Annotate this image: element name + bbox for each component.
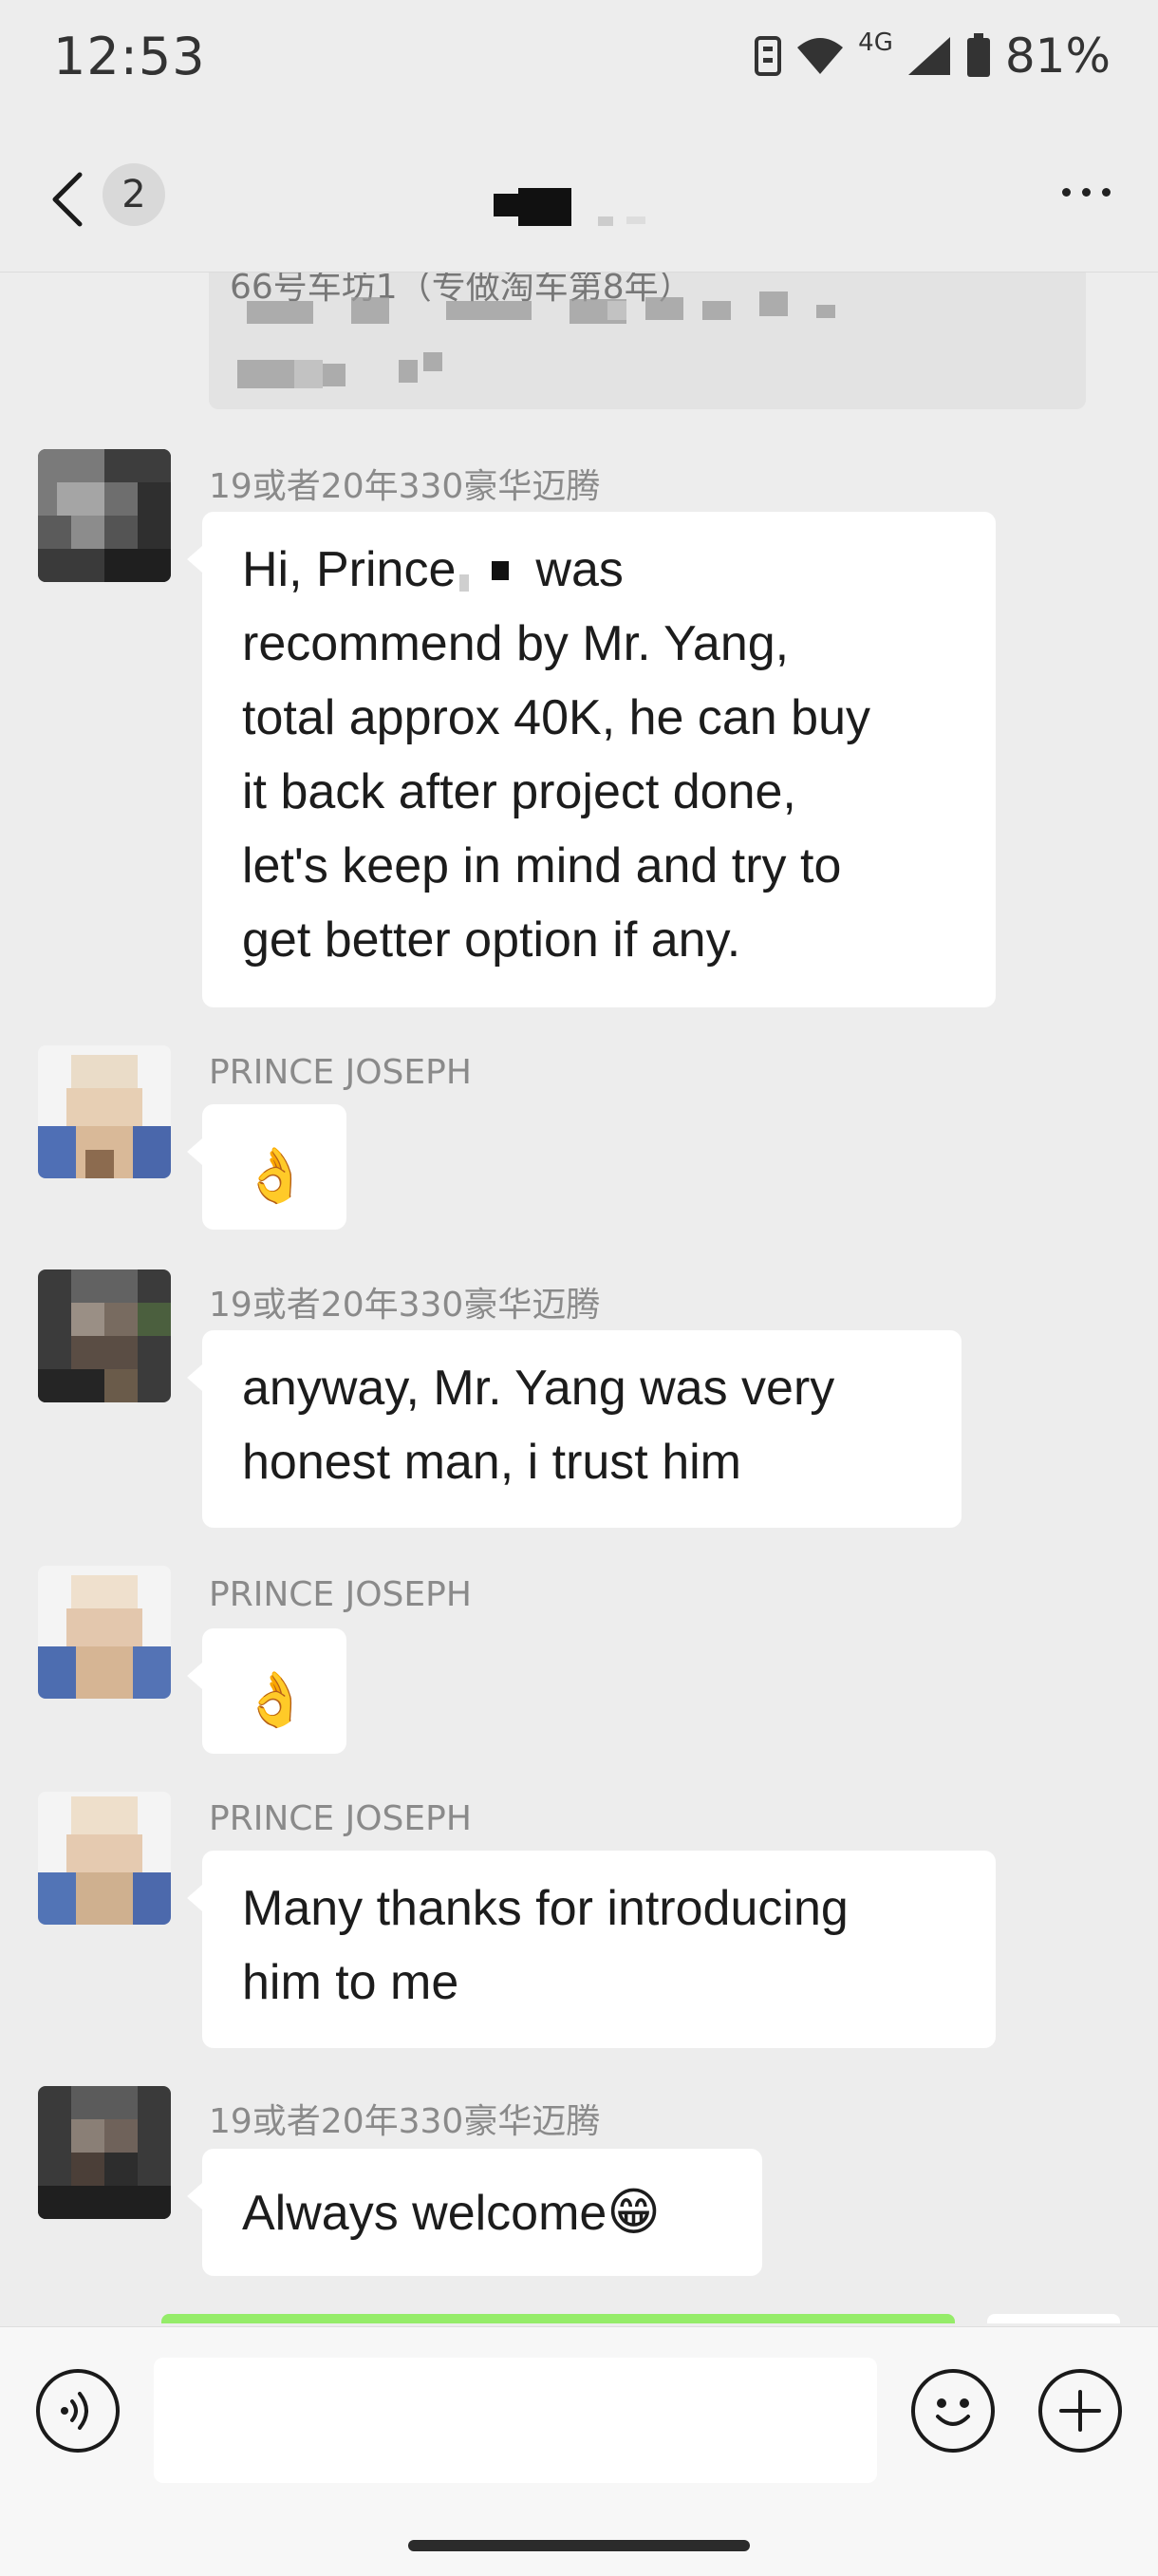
input-bar bbox=[0, 2326, 1158, 2576]
message-line: total approx 40K, he can buy bbox=[242, 690, 871, 745]
avatar[interactable] bbox=[38, 1269, 171, 1402]
message-bubble[interactable]: Always welcome😁 bbox=[187, 2149, 762, 2276]
avatar-partial bbox=[987, 2314, 1120, 2323]
dot-icon bbox=[1062, 188, 1071, 197]
avatar-pixelated bbox=[38, 1566, 171, 1699]
more-functions-button[interactable] bbox=[1038, 2369, 1122, 2453]
avatar-pixelated bbox=[38, 1269, 171, 1402]
sender-name: PRINCE JOSEPH bbox=[209, 1575, 472, 1614]
status-bar: 12:53 4G 81% bbox=[0, 0, 1158, 123]
vibrate-icon bbox=[755, 36, 782, 76]
sender-name: 19或者20年330豪华迈腾 bbox=[209, 467, 601, 506]
grinning-emoji: 😁 bbox=[607, 2184, 661, 2241]
voice-button[interactable] bbox=[36, 2369, 120, 2453]
dot-icon bbox=[1102, 188, 1111, 197]
avatar[interactable] bbox=[38, 1045, 171, 1178]
avatar-pixelated bbox=[38, 1045, 171, 1178]
avatar[interactable] bbox=[38, 1792, 171, 1925]
message-text: was bbox=[535, 542, 624, 597]
sender-name: 19或者20年330豪华迈腾 bbox=[209, 1286, 601, 1325]
message-bubble[interactable]: Many thanks for introducing him to me bbox=[187, 1851, 996, 2048]
avatar[interactable] bbox=[38, 1566, 171, 1699]
message-line: recommend by Mr. Yang, bbox=[242, 616, 790, 671]
sender-name: PRINCE JOSEPH bbox=[209, 1053, 472, 1092]
signal-icon bbox=[907, 37, 950, 75]
message-line: it back after project done, bbox=[242, 764, 796, 819]
sender-name: 19或者20年330豪华迈腾 bbox=[209, 2102, 601, 2141]
avatar-pixelated bbox=[38, 449, 171, 582]
redacted-block bbox=[459, 561, 510, 592]
avatar[interactable] bbox=[38, 449, 171, 582]
network-type: 4G bbox=[858, 28, 893, 57]
status-icons: 4G 81% bbox=[754, 28, 1111, 84]
battery-level: 81% bbox=[1004, 28, 1111, 84]
message-bubble[interactable]: 👌 bbox=[187, 1628, 346, 1754]
redacted-block bbox=[237, 291, 835, 388]
message-text: Hi, Prince bbox=[242, 542, 457, 597]
avatar-pixelated bbox=[38, 2086, 171, 2219]
unread-badge[interactable]: 2 bbox=[103, 163, 165, 226]
home-indicator[interactable] bbox=[408, 2540, 750, 2551]
avatar[interactable] bbox=[38, 2086, 171, 2219]
battery-icon bbox=[966, 33, 990, 77]
sent-message-bubble-partial[interactable] bbox=[161, 2314, 955, 2323]
message-line: Hi, Prince was bbox=[242, 533, 956, 607]
previous-message-card[interactable]: 66号车坊1（专做淘车第8年） bbox=[209, 273, 1086, 409]
message-bubble[interactable]: anyway, Mr. Yang was very honest man, i … bbox=[187, 1330, 962, 1528]
message-input[interactable] bbox=[154, 2358, 877, 2483]
ok-hand-emoji: 👌 bbox=[242, 1669, 308, 1729]
dot-icon bbox=[1082, 188, 1091, 197]
emoji-button[interactable] bbox=[911, 2369, 995, 2453]
chat-message-list[interactable]: 66号车坊1（专做淘车第8年） 19或者20年330豪华迈腾 Hi, Princ… bbox=[0, 273, 1158, 2323]
message-line: honest man, i trust him bbox=[242, 1435, 741, 1490]
message-text: Always welcome bbox=[242, 2186, 607, 2241]
clock: 12:53 bbox=[53, 27, 206, 86]
sender-name: PRINCE JOSEPH bbox=[209, 1799, 472, 1838]
message-bubble[interactable]: 👌 bbox=[187, 1104, 346, 1230]
ok-hand-emoji: 👌 bbox=[242, 1145, 308, 1205]
voice-icon bbox=[61, 2392, 88, 2430]
message-line: anyway, Mr. Yang was very bbox=[242, 1361, 835, 1416]
message-line: Many thanks for introducing bbox=[242, 1881, 849, 1936]
message-line: let's keep in mind and try to bbox=[242, 838, 842, 893]
chat-title-redacted bbox=[494, 188, 645, 226]
message-line: get better option if any. bbox=[242, 912, 741, 968]
smiley-icon bbox=[936, 2398, 970, 2426]
more-options-button[interactable] bbox=[1062, 188, 1111, 197]
back-arrow-icon[interactable] bbox=[49, 171, 87, 228]
wifi-icon bbox=[797, 38, 844, 74]
message-line: him to me bbox=[242, 1955, 459, 2010]
plus-icon bbox=[1059, 2390, 1101, 2432]
message-bubble[interactable]: Hi, Prince was recommend by Mr. Yang, tot… bbox=[187, 512, 996, 1007]
avatar-pixelated bbox=[38, 1792, 171, 1925]
